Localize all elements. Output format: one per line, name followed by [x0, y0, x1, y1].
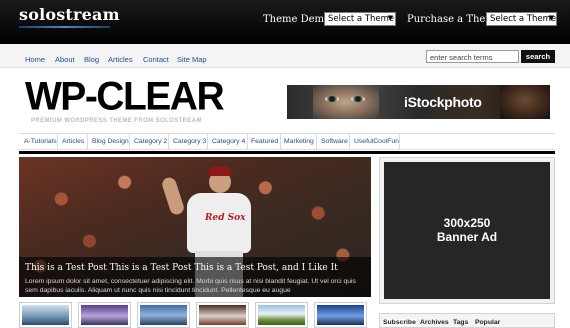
sidebar-ad-caption: Banner Ad	[436, 230, 498, 244]
ad-eye-shape	[325, 96, 339, 102]
featured-thumbnail[interactable]	[314, 302, 367, 328]
ad-face-image	[500, 85, 550, 119]
category-divider	[349, 134, 350, 149]
thumbnail-image	[199, 305, 246, 325]
thumbnail-image	[317, 305, 364, 325]
category-item-software[interactable]: Software	[321, 138, 348, 145]
brand-underline	[19, 26, 110, 28]
featured-post[interactable]: Red Sox This is a Test Post This is a Te…	[19, 157, 371, 297]
nav-item-articles[interactable]: Articles	[108, 55, 133, 64]
tab-popular[interactable]: Popular	[475, 319, 500, 326]
featured-thumbnail[interactable]	[255, 302, 308, 328]
category-nav: A-Tutorials Articles Blog Design Categor…	[19, 133, 555, 150]
category-item-a-tutorials[interactable]: A-Tutorials	[24, 138, 57, 145]
featured-post-title[interactable]: This is a Test Post This is a Test Post …	[25, 263, 338, 273]
tab-subscribe[interactable]: Subscribe	[383, 319, 416, 326]
tab-archives[interactable]: Archives	[420, 319, 449, 326]
nav-item-blog[interactable]: Blog	[84, 55, 99, 64]
category-item-marketing[interactable]: Marketing	[284, 138, 314, 145]
site-tagline: PREMIUM WORDPRESS THEME FROM SOLOSTREAM	[31, 118, 202, 124]
category-divider	[207, 134, 208, 149]
category-item-usefulcoolfun[interactable]: UsefulCoolFun	[354, 138, 399, 145]
sidebar-ad-size: 300x250	[443, 216, 491, 230]
category-item-featured[interactable]: Featured	[251, 138, 278, 145]
nav-item-contact[interactable]: Contact	[143, 55, 169, 64]
category-item-category-2[interactable]: Category 2	[134, 138, 167, 145]
category-divider	[129, 134, 130, 149]
brand-logo[interactable]: solostream	[19, 5, 120, 24]
chevron-down-icon: ▼	[548, 14, 554, 22]
player-cap-shape	[208, 166, 232, 176]
theme-demo-select[interactable]: Select a Theme ▼	[324, 12, 396, 26]
thumbnail-image	[258, 305, 305, 325]
sidebar-ad-label: 300x250 Banner Ad	[384, 216, 550, 244]
theme-demo-select-value: Select a Theme	[328, 14, 395, 24]
jersey-logo: Red Sox	[205, 213, 246, 223]
ad-eye-shape	[351, 96, 365, 102]
featured-thumbnail[interactable]	[137, 302, 190, 328]
thumbnail-image	[22, 305, 69, 325]
category-item-blog-design[interactable]: Blog Design	[92, 138, 129, 145]
thumbnail-image	[140, 305, 187, 325]
ad-brand-logo: iStockphoto	[404, 94, 482, 110]
category-divider	[280, 134, 281, 149]
nav-item-home[interactable]: Home	[25, 55, 45, 64]
player-jersey-shape	[187, 193, 251, 253]
category-divider	[316, 134, 317, 149]
thumbnail-image	[81, 305, 128, 325]
purchase-theme-select-value: Select a Theme	[490, 14, 557, 24]
category-divider	[57, 134, 58, 149]
tab-tags[interactable]: Tags	[453, 319, 468, 326]
category-divider	[168, 134, 169, 149]
top-bar: solostream Theme Demo: Select a Theme ▼ …	[0, 0, 570, 44]
header-ad-banner[interactable]: iStockphoto	[287, 85, 550, 119]
category-item-articles[interactable]: Articles	[62, 138, 84, 145]
chevron-down-icon: ▼	[387, 14, 393, 22]
featured-thumbnail[interactable]	[196, 302, 249, 328]
featured-post-excerpt: Lorem ipsum dolor sit amet, consectetuer…	[25, 278, 356, 294]
nav-item-about[interactable]: About	[55, 55, 75, 64]
theme-demo-label: Theme Demo:	[263, 14, 334, 25]
search-input[interactable]: enter search terms	[426, 50, 519, 63]
category-divider	[399, 134, 400, 149]
main-nav: Home About Blog Articles Contact Site Ma…	[0, 44, 570, 68]
category-divider	[87, 134, 88, 149]
purchase-theme-select[interactable]: Select a Theme ▼	[486, 12, 557, 26]
nav-item-site-map[interactable]: Site Map	[177, 55, 207, 64]
sidebar-tabs: Subscribe Archives Tags Popular	[379, 313, 555, 328]
search-button[interactable]: search	[521, 50, 555, 63]
featured-thumbnail[interactable]	[78, 302, 131, 328]
category-divider-rule	[19, 151, 555, 154]
category-divider	[247, 134, 248, 149]
category-item-category-4[interactable]: Category 4	[212, 138, 245, 145]
featured-thumbnail[interactable]	[19, 302, 72, 328]
category-item-category-3[interactable]: Category 3	[173, 138, 206, 145]
site-logo[interactable]: WP-CLEAR	[25, 77, 225, 117]
ad-face-image	[313, 85, 379, 119]
